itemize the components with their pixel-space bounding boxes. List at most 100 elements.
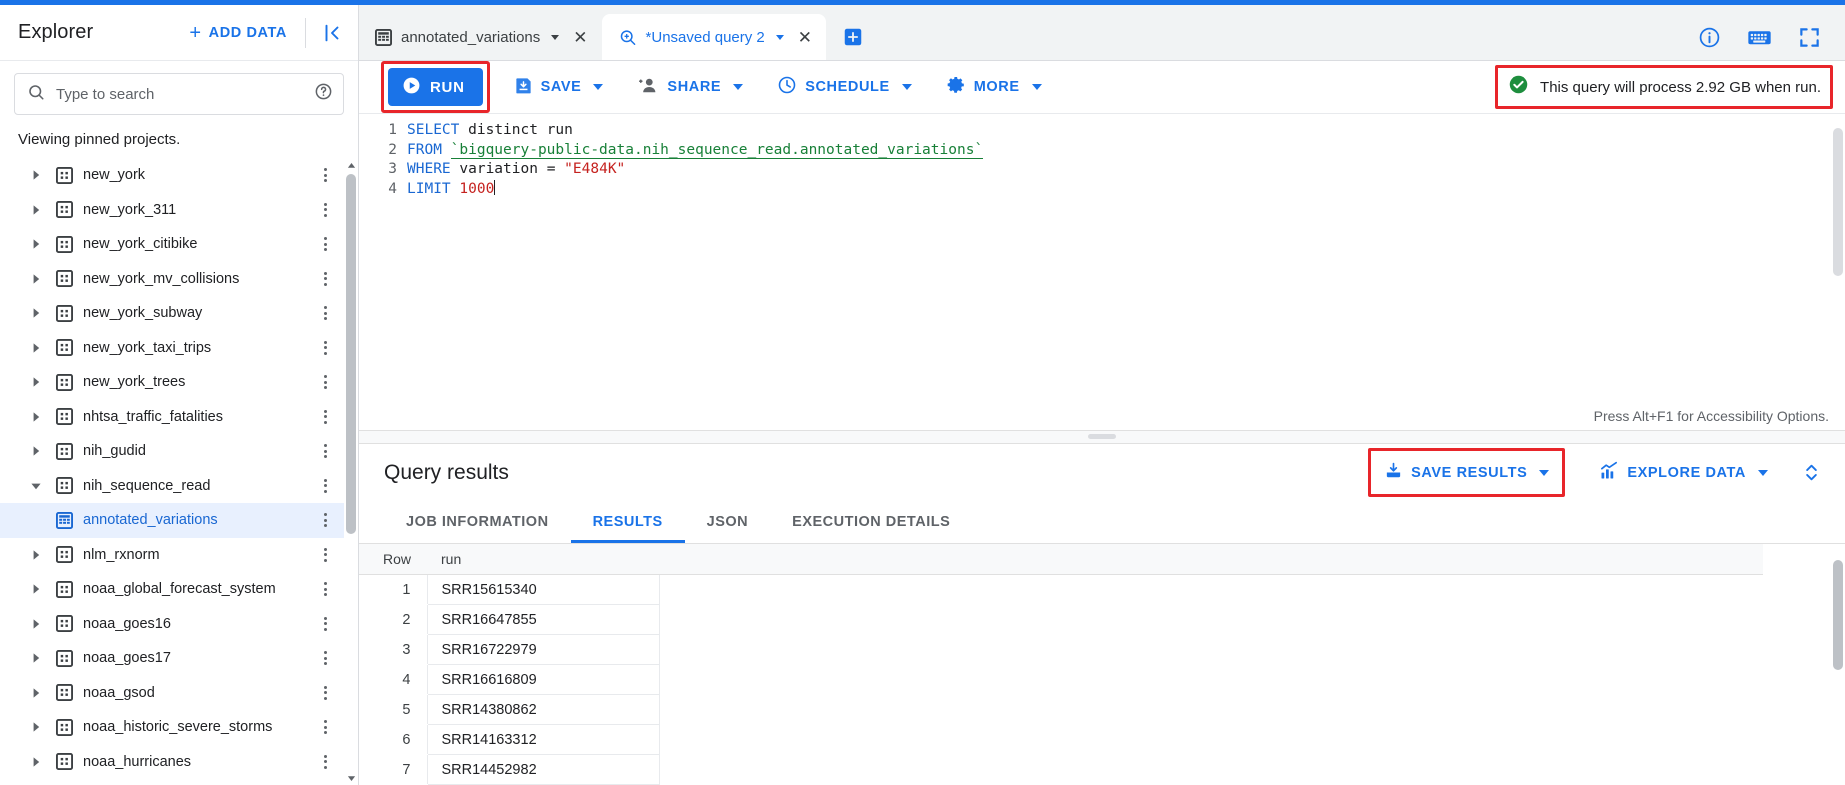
search-box[interactable] [14,73,344,115]
more-button[interactable]: MORE [936,67,1052,107]
info-icon[interactable] [1698,26,1721,49]
chevron-right-icon[interactable] [30,445,56,457]
column-header-run[interactable]: run [427,543,659,575]
sql-line[interactable]: LIMIT 1000 [407,180,1845,200]
share-button[interactable]: SHARE [627,68,753,107]
more-options-icon[interactable] [314,720,336,735]
table-row[interactable]: 3 SRR16722979 [359,634,1763,665]
more-options-icon[interactable] [314,340,336,355]
chevron-right-icon[interactable] [30,273,56,285]
cell-run[interactable]: SRR14380862 [426,694,660,725]
sql-editor-pane[interactable]: 1234 SELECT distinct run FROM `bigquery-p… [359,113,1845,430]
editor-scroll-thumb[interactable] [1833,128,1843,276]
editor-scrollbar[interactable] [1831,114,1845,430]
results-tab-json[interactable]: JSON [685,502,771,543]
sidebar-item-new-york-mv-collisions[interactable]: new_york_mv_collisions [0,262,344,297]
chevron-right-icon[interactable] [30,756,56,768]
sidebar-item-new-york[interactable]: new_york [0,158,344,193]
sql-line[interactable]: SELECT distinct run [407,121,1845,141]
more-options-icon[interactable] [314,685,336,700]
chevron-right-icon[interactable] [30,652,56,664]
more-options-icon[interactable] [314,651,336,666]
results-tab-job-information[interactable]: JOB INFORMATION [384,502,571,543]
save-results-button[interactable]: SAVE RESULTS [1378,455,1555,490]
more-options-icon[interactable] [314,616,336,631]
chevron-right-icon[interactable] [30,549,56,561]
splitter-grip[interactable] [1088,434,1116,439]
expand-collapse-icon[interactable] [1802,462,1821,483]
more-options-icon[interactable] [314,237,336,252]
save-button[interactable]: SAVE [504,68,614,107]
sidebar-item-noaa-hurricanes[interactable]: noaa_hurricanes [0,745,344,780]
sidebar-item-new-york-311[interactable]: new_york_311 [0,193,344,228]
chevron-right-icon[interactable] [30,238,56,250]
chevron-right-icon[interactable] [30,376,56,388]
add-data-button[interactable]: + ADD DATA [179,17,297,49]
sidebar-item-new-york-taxi-trips[interactable]: new_york_taxi_trips [0,331,344,366]
more-options-icon[interactable] [314,547,336,562]
sidebar-item-new-york-subway[interactable]: new_york_subway [0,296,344,331]
results-tab-results[interactable]: RESULTS [570,502,685,543]
chevron-right-icon[interactable] [30,204,56,216]
sidebar-item-nih-sequence-read[interactable]: nih_sequence_read [0,469,344,504]
sql-code[interactable]: SELECT distinct run FROM `bigquery-public… [407,118,1845,402]
tab-unsaved-query-2[interactable]: *Unsaved query 2 ✕ [601,14,827,60]
table-row[interactable]: 5 SRR14380862 [359,694,1763,725]
sidebar-item-new-york-trees[interactable]: new_york_trees [0,365,344,400]
add-tab-icon[interactable] [836,20,870,54]
cell-run[interactable]: SRR14163312 [426,724,660,755]
sidebar-item-noaa-goes17[interactable]: noaa_goes17 [0,641,344,676]
more-options-icon[interactable] [314,582,336,597]
fullscreen-icon[interactable] [1798,26,1821,49]
run-button[interactable]: RUN [388,68,483,106]
cell-run[interactable]: SRR16647855 [426,604,660,635]
sql-line[interactable]: WHERE variation = "E484K" [407,160,1845,180]
pane-splitter[interactable] [359,429,1845,444]
chevron-down-icon[interactable] [551,34,560,40]
cell-run[interactable]: SRR14452982 [426,754,660,785]
table-row[interactable]: 4 SRR16616809 [359,664,1763,695]
more-options-icon[interactable] [314,754,336,769]
chevron-right-icon[interactable] [30,618,56,630]
chevron-right-icon[interactable] [30,169,56,181]
chevron-right-icon[interactable] [30,411,56,423]
sidebar-scrollbar[interactable] [344,158,358,785]
chevron-right-icon[interactable] [30,721,56,733]
more-options-icon[interactable] [314,478,336,493]
results-scroll-thumb[interactable] [1833,559,1843,670]
sidebar-item-noaa-global-forecast-system[interactable]: noaa_global_forecast_system [0,572,344,607]
table-row[interactable]: 1 SRR15615340 [359,574,1763,605]
chevron-down-icon[interactable] [775,34,784,40]
sidebar-item-nlm-rxnorm[interactable]: nlm_rxnorm [0,538,344,573]
collapse-panel-icon[interactable] [312,13,352,53]
cell-run[interactable]: SRR15615340 [426,574,660,605]
column-header-row[interactable]: Row [359,543,427,575]
search-input[interactable] [56,85,314,103]
sidebar-scroll-thumb[interactable] [346,174,356,534]
sql-line[interactable]: FROM `bigquery-public-data.nih_sequence_… [407,141,1845,161]
results-tab-execution-details[interactable]: EXECUTION DETAILS [770,502,972,543]
more-options-icon[interactable] [314,202,336,217]
table-row[interactable]: 7 SRR14452982 [359,754,1763,785]
sidebar-item-noaa-gsod[interactable]: noaa_gsod [0,676,344,711]
chevron-right-icon[interactable] [30,583,56,595]
keyboard-icon[interactable] [1747,25,1772,50]
chevron-right-icon[interactable] [30,342,56,354]
more-options-icon[interactable] [314,444,336,459]
chevron-right-icon[interactable] [30,687,56,699]
chevron-right-icon[interactable] [30,307,56,319]
cell-run[interactable]: SRR16722979 [426,634,660,665]
chevron-down-icon[interactable] [30,480,56,492]
sidebar-item-noaa-historic-severe-storms[interactable]: noaa_historic_severe_storms [0,710,344,745]
tab-annotated-variations[interactable]: annotated_variations ✕ [359,14,602,60]
sidebar-item-annotated-variations[interactable]: annotated_variations [0,503,344,538]
more-options-icon[interactable] [314,513,336,528]
help-circle-icon[interactable] [314,82,333,106]
sidebar-item-nih-gudid[interactable]: nih_gudid [0,434,344,469]
more-options-icon[interactable] [314,306,336,321]
scroll-up-icon[interactable] [344,158,358,172]
more-options-icon[interactable] [314,271,336,286]
sql-editor[interactable]: 1234 SELECT distinct run FROM `bigquery-p… [359,114,1845,402]
scroll-down-icon[interactable] [344,771,358,785]
table-row[interactable]: 6 SRR14163312 [359,724,1763,755]
